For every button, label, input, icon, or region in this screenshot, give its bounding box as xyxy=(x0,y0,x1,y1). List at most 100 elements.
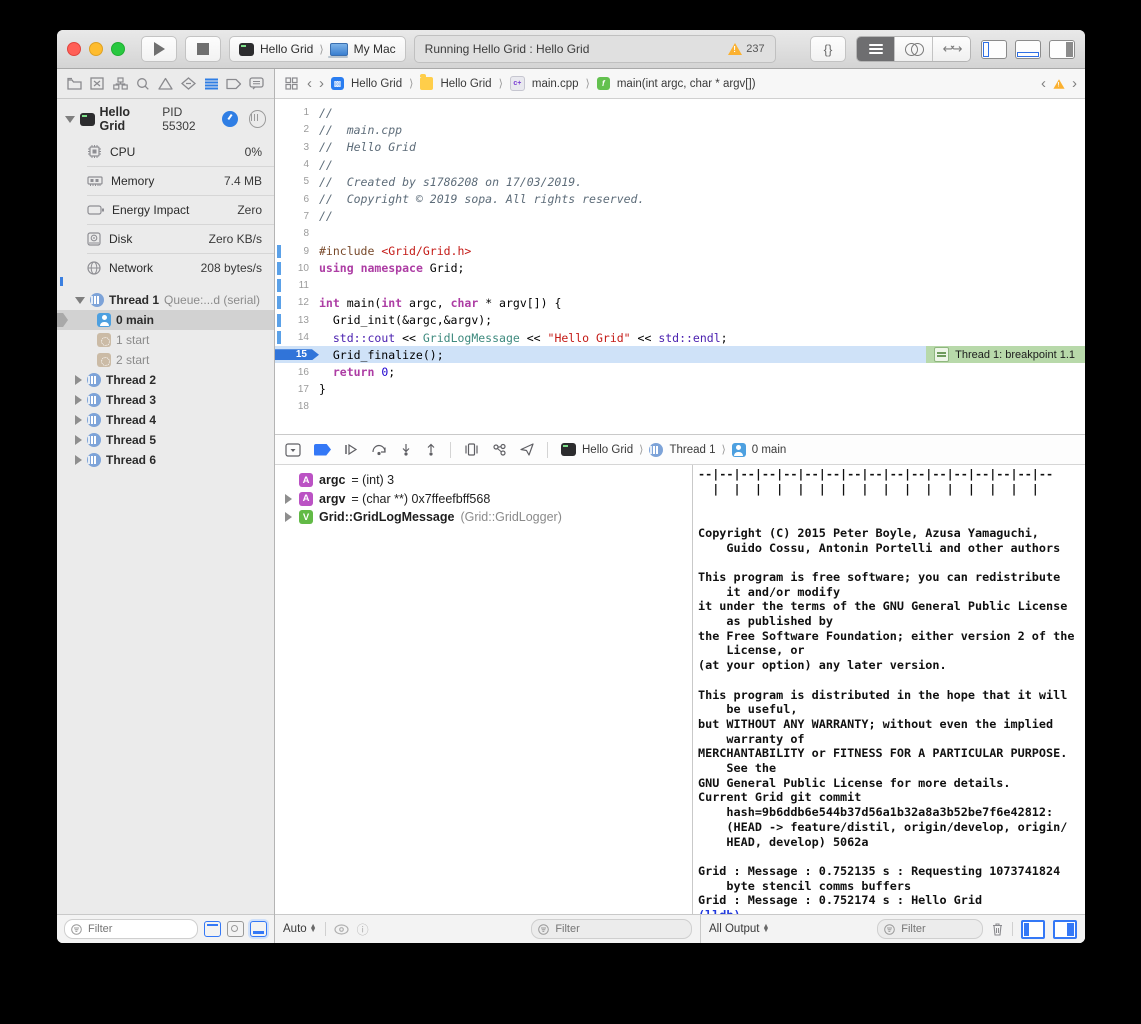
variables-filter-input[interactable] xyxy=(553,922,685,936)
line-number-gutter[interactable]: 4 xyxy=(275,159,319,170)
jumpbar-crumb-file[interactable]: main.cpp xyxy=(532,78,579,90)
thread-row[interactable]: Thread 6 xyxy=(57,450,274,470)
debug-navigator-icon[interactable] xyxy=(203,75,220,92)
debug-crumb-process[interactable]: Hello Grid xyxy=(582,444,633,456)
find-navigator-icon[interactable] xyxy=(134,75,151,92)
code-line[interactable]: 5// Created by s1786208 on 17/03/2019. xyxy=(275,173,1085,190)
source-editor[interactable]: 1//2// main.cpp3// Hello Grid4//5// Crea… xyxy=(275,99,1085,434)
line-number-gutter[interactable]: 8 xyxy=(275,228,319,239)
gauge-row-disk[interactable]: DiskZero KB/s xyxy=(57,224,274,253)
clear-console-button[interactable] xyxy=(991,922,1004,936)
debug-memory-graph-button[interactable] xyxy=(492,443,507,456)
version-editor-button[interactable]: ↩↪ xyxy=(933,37,970,61)
disclosure-triangle-icon[interactable] xyxy=(65,116,75,123)
test-navigator-icon[interactable] xyxy=(180,75,197,92)
variable-row[interactable]: VGrid::GridLogMessage (Grid::GridLogger) xyxy=(283,508,692,527)
variables-view[interactable]: Aargc = (int) 3Aargv = (char **) 0x7ffee… xyxy=(275,465,693,914)
activity-viewer[interactable]: Running Hello Grid : Hello Grid 237 xyxy=(414,35,776,63)
line-number-gutter[interactable]: 3 xyxy=(275,142,319,153)
hide-debug-area-button[interactable] xyxy=(285,443,301,457)
related-items-icon[interactable] xyxy=(283,75,300,92)
issue-navigator-icon[interactable] xyxy=(157,75,174,92)
code-line[interactable]: 1// xyxy=(275,104,1085,121)
step-out-button[interactable] xyxy=(425,443,437,456)
simulate-location-button[interactable] xyxy=(520,443,534,456)
toggle-debug-area-button[interactable] xyxy=(1015,40,1041,59)
thread-row[interactable]: Thread 1Queue:...d (serial) xyxy=(57,290,274,310)
code-line[interactable]: 4// xyxy=(275,156,1085,173)
continue-button[interactable] xyxy=(344,443,358,456)
gauge-row-memory[interactable]: Memory7.4 MB xyxy=(57,166,274,195)
assistant-editor-button[interactable] xyxy=(895,37,933,61)
source-control-navigator-icon[interactable] xyxy=(89,75,106,92)
line-number-gutter[interactable]: 11 xyxy=(275,280,319,291)
line-number-gutter[interactable]: 1 xyxy=(275,107,319,118)
disclosure-triangle-icon[interactable] xyxy=(75,435,82,445)
stack-frame-row[interactable]: 0 main xyxy=(57,310,274,330)
code-line[interactable]: 13 Grid_init(&argc,&argv); xyxy=(275,312,1085,329)
toggle-console-button[interactable] xyxy=(1053,920,1077,939)
gauge-row-energy[interactable]: Energy ImpactZero xyxy=(57,195,274,224)
toggle-navigator-button[interactable] xyxy=(981,40,1007,59)
thread-row[interactable]: Thread 4 xyxy=(57,410,274,430)
console-filter-input[interactable] xyxy=(899,922,976,936)
show-crashed-threads-button[interactable] xyxy=(227,921,244,937)
zoom-window-button[interactable] xyxy=(111,42,125,56)
library-button[interactable]: {} xyxy=(810,36,846,62)
gauge-row-cpu[interactable]: CPU0% xyxy=(57,137,274,166)
previous-issue-button[interactable]: ‹ xyxy=(1041,75,1046,92)
info-icon[interactable]: ⓘ xyxy=(357,921,369,938)
run-button[interactable] xyxy=(141,36,177,62)
code-line[interactable]: 17} xyxy=(275,381,1085,398)
line-number-gutter[interactable]: 6 xyxy=(275,194,319,205)
line-number-gutter[interactable]: 17 xyxy=(275,384,319,395)
line-number-gutter[interactable]: 13 xyxy=(275,315,319,326)
breakpoint-annotation[interactable]: Thread 1: breakpoint 1.1 xyxy=(926,346,1085,363)
code-line[interactable]: 14 std::cout << GridLogMessage << "Hello… xyxy=(275,329,1085,346)
scheme-selector[interactable]: Hello Grid ⟩ My Mac xyxy=(229,36,406,62)
console-filter-field[interactable] xyxy=(877,919,983,939)
jumpbar-crumb-symbol[interactable]: main(int argc, char * argv[]) xyxy=(617,78,756,90)
debug-crumb-thread[interactable]: Thread 1 xyxy=(669,444,715,456)
code-line-breakpoint[interactable]: 15 Grid_finalize();Thread 1: breakpoint … xyxy=(275,346,1085,363)
toggle-variables-view-button[interactable] xyxy=(1021,920,1045,939)
thread-row[interactable]: Thread 3 xyxy=(57,390,274,410)
code-line[interactable]: 2// main.cpp xyxy=(275,121,1085,138)
code-line[interactable]: 10using namespace Grid; xyxy=(275,260,1085,277)
code-line[interactable]: 6// Copyright © 2019 sopa. All rights re… xyxy=(275,190,1085,207)
line-number-gutter[interactable]: 2 xyxy=(275,124,319,135)
report-navigator-icon[interactable] xyxy=(248,75,265,92)
project-navigator-icon[interactable] xyxy=(66,75,83,92)
line-number-gutter[interactable]: 10 xyxy=(275,263,319,274)
breakpoint-navigator-icon[interactable] xyxy=(225,75,242,92)
line-number-gutter[interactable]: 7 xyxy=(275,211,319,222)
minimize-window-button[interactable] xyxy=(89,42,103,56)
navigator-filter-input[interactable] xyxy=(86,922,191,936)
disclosure-triangle-icon[interactable] xyxy=(75,297,85,304)
breakpoints-toggle-button[interactable] xyxy=(314,444,331,456)
variable-row[interactable]: Aargv = (char **) 0x7ffeefbff568 xyxy=(283,490,692,509)
line-number-gutter[interactable]: 9 xyxy=(275,246,319,257)
show-current-block-button[interactable] xyxy=(204,921,221,937)
warning-count-badge[interactable]: 237 xyxy=(728,43,764,55)
go-forward-button[interactable]: › xyxy=(319,75,324,92)
code-line[interactable]: 16 return 0; xyxy=(275,363,1085,380)
jumpbar-crumb-project[interactable]: Hello Grid xyxy=(351,78,402,90)
disclosure-triangle-icon[interactable] xyxy=(75,375,82,385)
thread-row[interactable]: Thread 2 xyxy=(57,370,274,390)
line-number-gutter[interactable]: 18 xyxy=(275,401,319,412)
stack-frame-row[interactable]: 2 start xyxy=(57,350,274,370)
thread-row[interactable]: Thread 5 xyxy=(57,430,274,450)
debug-view-hierarchy-button[interactable] xyxy=(464,443,479,456)
disclosure-triangle-icon[interactable] xyxy=(75,415,82,425)
issue-warning-icon[interactable] xyxy=(1053,79,1064,89)
code-line[interactable]: 8 xyxy=(275,225,1085,242)
debug-crumb-frame[interactable]: 0 main xyxy=(752,444,787,456)
stack-frame-row[interactable]: 1 start xyxy=(57,330,274,350)
line-number-gutter[interactable]: 15 xyxy=(275,349,319,360)
step-into-button[interactable] xyxy=(400,443,412,456)
quicklook-eye-icon[interactable] xyxy=(334,924,349,935)
code-line[interactable]: 12int main(int argc, char * argv[]) { xyxy=(275,294,1085,311)
jumpbar-crumb-group[interactable]: Hello Grid xyxy=(440,78,491,90)
line-number-gutter[interactable]: 5 xyxy=(275,176,319,187)
